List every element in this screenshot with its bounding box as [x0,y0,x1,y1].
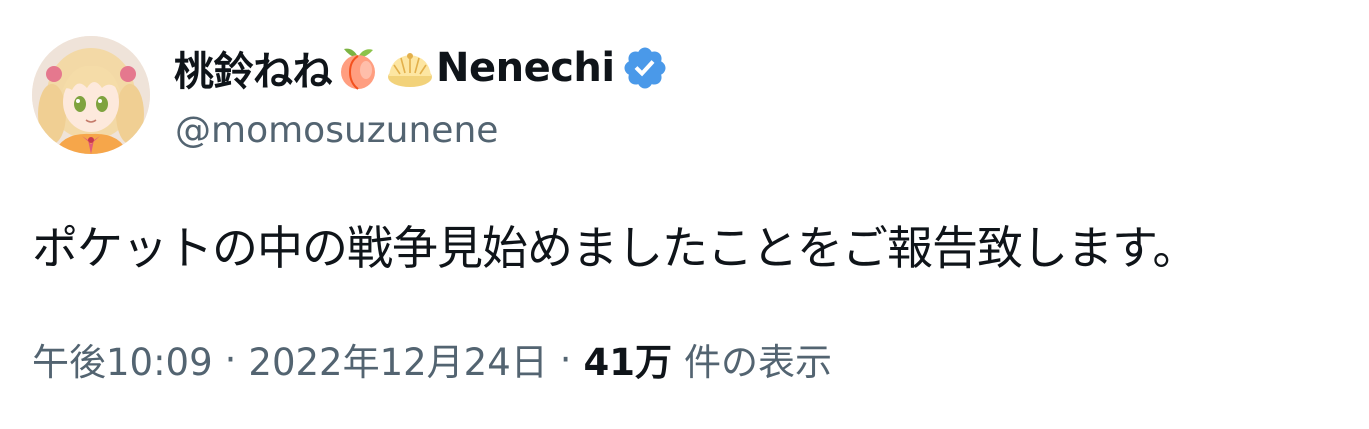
avatar-image [32,36,150,154]
tweet-date[interactable]: 2022年12月24日 [248,332,547,386]
tweet-card: 桃鈴ねね Nenechi @momosuzunene ポケットの中の戦争見始めま… [0,0,1369,429]
tweet-meta: 午後10:09 · 2022年12月24日 · 41万 件の表示 [32,332,832,386]
author-display-name-suffix: Nenechi [436,45,615,91]
author-handle[interactable]: @momosuzunene [175,110,498,151]
author-display-name-text: 桃鈴ねね [174,49,333,95]
tweet-time[interactable]: 午後10:09 [32,332,213,386]
verified-badge-icon[interactable] [621,44,669,92]
avatar[interactable] [32,36,150,154]
author-display-name[interactable]: 桃鈴ねね Nenechi [174,39,615,97]
author-name-row[interactable]: 桃鈴ねね Nenechi [174,38,669,98]
steamed-bun-emoji-icon [385,43,435,93]
meta-separator: · [559,337,572,381]
tweet-text: ポケットの中の戦争見始めましたことをご報告致します。 [32,221,1198,275]
views-count[interactable]: 41万 [584,332,673,386]
meta-separator: · [224,337,237,381]
views-label[interactable]: 件の表示 [684,332,832,386]
peach-emoji-icon [333,43,383,93]
